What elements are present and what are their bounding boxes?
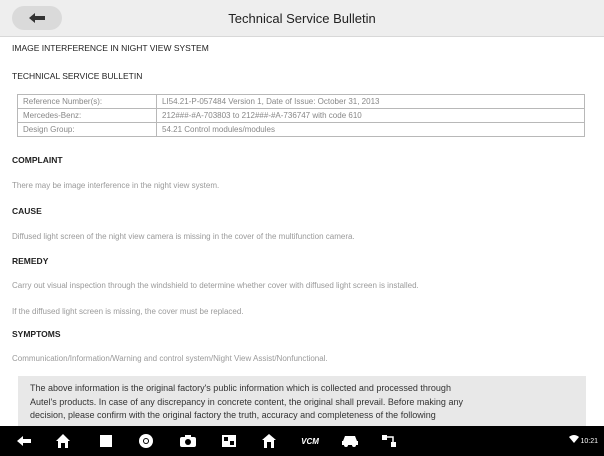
- chrome-icon[interactable]: [136, 433, 156, 449]
- table-row: Design Group: 54.21 Control modules/modu…: [17, 122, 585, 137]
- reference-table: Reference Number(s): LI54.21-P-057484 Ve…: [17, 94, 585, 137]
- table-value: LI54.21-P-057484 Version 1, Date of Issu…: [156, 94, 585, 109]
- disclaimer-notice: The above information is the original fa…: [18, 376, 586, 426]
- notice-line: decision, please confirm with the origin…: [30, 410, 436, 420]
- home-icon[interactable]: [53, 433, 73, 449]
- table-row: Reference Number(s): LI54.21-P-057484 Ve…: [17, 94, 585, 109]
- notice-line: The above information is the original fa…: [30, 383, 451, 393]
- status-area: 10:21: [568, 435, 598, 445]
- recent-apps-icon[interactable]: [96, 433, 116, 449]
- wifi-icon: [568, 435, 579, 443]
- vcm-label: VCM: [301, 436, 319, 446]
- bulletin-subheading: TECHNICAL SERVICE BULLETIN: [12, 71, 143, 81]
- remedy-text-2: If the diffused light screen is missing,…: [12, 307, 244, 316]
- table-value: 212###-#A-703803 to 212###-#A-736747 wit…: [156, 108, 585, 123]
- vcm-icon[interactable]: VCM: [298, 433, 322, 449]
- symptoms-text: Communication/Information/Warning and co…: [12, 354, 328, 363]
- network-icon[interactable]: [379, 433, 399, 449]
- home-house-icon[interactable]: [259, 433, 279, 449]
- table-label: Design Group:: [17, 122, 157, 137]
- cause-text: Diffused light screen of the night view …: [12, 232, 355, 241]
- camera-icon[interactable]: [178, 433, 198, 449]
- bulletin-heading: IMAGE INTERFERENCE IN NIGHT VIEW SYSTEM: [12, 43, 209, 53]
- table-value: 54.21 Control modules/modules: [156, 122, 585, 137]
- notice-line: Autel's products. In case of any discrep…: [30, 396, 463, 407]
- remedy-title: REMEDY: [12, 256, 49, 266]
- system-navbar: VCM 10:21: [0, 426, 604, 456]
- title-bar: Technical Service Bulletin: [0, 0, 604, 37]
- car-icon[interactable]: [340, 433, 360, 449]
- symptoms-title: SYMPTOMS: [12, 329, 61, 339]
- table-row: Mercedes-Benz: 212###-#A-703803 to 212##…: [17, 108, 585, 123]
- bulletin-content[interactable]: IMAGE INTERFERENCE IN NIGHT VIEW SYSTEM …: [0, 37, 604, 426]
- back-icon[interactable]: [14, 433, 34, 449]
- gallery-icon[interactable]: [219, 433, 239, 449]
- complaint-text: There may be image interference in the n…: [12, 181, 220, 190]
- complaint-title: COMPLAINT: [12, 155, 63, 165]
- page-title: Technical Service Bulletin: [228, 11, 376, 26]
- table-label: Reference Number(s):: [17, 94, 157, 109]
- status-text: 10:21: [580, 438, 598, 445]
- table-label: Mercedes-Benz:: [17, 108, 157, 123]
- cause-title: CAUSE: [12, 206, 42, 216]
- remedy-text: Carry out visual inspection through the …: [12, 281, 419, 290]
